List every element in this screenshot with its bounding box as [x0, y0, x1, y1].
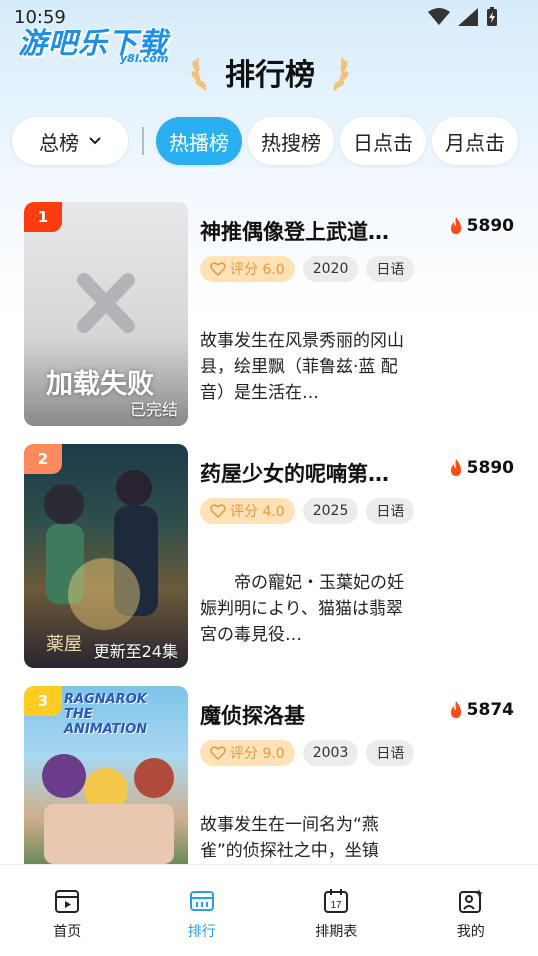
profile-icon [458, 889, 483, 913]
item-description: 故事发生在风景秀丽的冈山县，绘里飘（菲鲁兹·蓝 配音）是生活在… [200, 331, 404, 403]
nav-label: 我的 [456, 924, 485, 940]
heat-count: 5890 [449, 458, 514, 478]
poster[interactable]: RAGNAROK THE ANIMATION 3 [24, 686, 188, 864]
battery-icon [487, 7, 497, 26]
tab-label: 月点击 [445, 130, 505, 155]
item-title[interactable]: 神推偶像登上武道… [200, 216, 410, 246]
tab-hot-play[interactable]: 热播榜 [156, 117, 242, 165]
language-tag: 日语 [366, 740, 415, 766]
language-tag: 日语 [366, 256, 415, 282]
language-tag: 日语 [366, 498, 415, 524]
item-description: 故事发生在一间名为“燕雀”的侦探社之中，坐镇 [200, 815, 379, 861]
filter-divider [142, 127, 144, 155]
heat-value: 5890 [466, 458, 514, 478]
rank-badge: 2 [24, 444, 62, 474]
list-item[interactable]: 薬屋 2 更新至24集 药屋少女的呢喃第… 5890 评分 4.0 2025 日… [24, 444, 524, 670]
total-dropdown[interactable]: 总榜 [12, 117, 128, 165]
list-item[interactable]: 加载失败 1 已完结 神推偶像登上武道… 5890 评分 6.0 2020 日语… [24, 202, 524, 428]
calendar-icon: 17 [324, 889, 349, 913]
fire-icon [450, 459, 461, 476]
svg-text:17: 17 [331, 900, 343, 911]
nav-home[interactable]: 首页 [0, 865, 135, 956]
score-tag: 评分 9.0 [200, 740, 295, 766]
nav-ranking[interactable]: 排行 [135, 865, 270, 956]
rank-number: 1 [37, 208, 49, 226]
heat-value: 5890 [466, 216, 514, 236]
signal-icon [458, 8, 478, 26]
year-tag: 2003 [302, 740, 359, 766]
score-text: 评分 4.0 [230, 504, 285, 520]
tag-row: 评分 6.0 2020 日语 [200, 256, 415, 282]
score-tag: 评分 6.0 [200, 256, 295, 282]
logo-sub-text: y8l.com [120, 52, 169, 65]
heart-icon [210, 746, 226, 760]
heat-count: 5874 [449, 700, 514, 720]
page-title: 排行榜 [225, 58, 315, 93]
nav-profile[interactable]: 我的 [404, 865, 538, 956]
year-tag: 2020 [302, 256, 359, 282]
laurel-right-icon [333, 57, 349, 91]
wifi-icon [428, 8, 450, 25]
heart-icon [210, 262, 226, 276]
tab-monthly-clicks[interactable]: 月点击 [432, 117, 518, 165]
tab-label: 日点击 [353, 130, 413, 155]
score-text: 评分 9.0 [230, 746, 285, 762]
rank-number: 2 [37, 450, 49, 468]
status-icons [428, 7, 498, 27]
item-title[interactable]: 药屋少女的呢喃第… [200, 458, 410, 488]
chevron-down-icon [89, 137, 101, 145]
ranking-icon [189, 891, 214, 911]
poster-status: 已完结 [129, 400, 178, 419]
nav-label: 排期表 [315, 924, 358, 940]
page-title-area: 排行榜 [190, 44, 350, 100]
heart-icon [210, 504, 226, 518]
poster[interactable]: 加载失败 1 已完结 [24, 202, 188, 426]
rank-badge: 3 [24, 686, 62, 716]
tab-daily-clicks[interactable]: 日点击 [340, 117, 426, 165]
heat-count: 5890 [449, 216, 514, 236]
tag-row: 评分 9.0 2003 日语 [200, 740, 415, 766]
rank-badge: 1 [24, 202, 62, 232]
item-description: 帝の寵妃・玉葉妃の妊娠判明により、猫猫は翡翠宮の毒見役… [200, 573, 404, 645]
nav-label: 首页 [53, 924, 82, 940]
rank-number: 3 [37, 692, 49, 710]
poster-title-text: 薬屋 [46, 634, 82, 655]
fire-icon [450, 701, 461, 718]
heat-value: 5874 [466, 700, 514, 720]
item-title[interactable]: 魔侦探洛基 [200, 700, 410, 730]
score-text: 评分 6.0 [230, 262, 285, 278]
nav-label: 排行 [187, 924, 216, 940]
nav-schedule[interactable]: 17 排期表 [269, 865, 404, 956]
poster[interactable]: 薬屋 2 更新至24集 [24, 444, 188, 668]
total-dropdown-label: 总榜 [39, 130, 79, 155]
fire-icon [450, 217, 461, 234]
bottom-tab-bar: 首页 排行 17 排期表 我的 [0, 864, 538, 956]
laurel-left-icon [191, 57, 207, 91]
app-logo: 游吧乐下载 y8l.com [18, 18, 188, 70]
year-tag: 2025 [302, 498, 359, 524]
tag-row: 评分 4.0 2025 日语 [200, 498, 415, 524]
tab-label: 热搜榜 [261, 130, 321, 155]
score-tag: 评分 4.0 [200, 498, 295, 524]
home-icon [55, 890, 80, 913]
tab-label: 热播榜 [169, 130, 229, 155]
filter-bar: 总榜 热播榜 热搜榜 日点击 月点击 [12, 116, 524, 166]
tab-hot-search[interactable]: 热搜榜 [248, 117, 334, 165]
poster-status: 更新至24集 [93, 642, 178, 661]
